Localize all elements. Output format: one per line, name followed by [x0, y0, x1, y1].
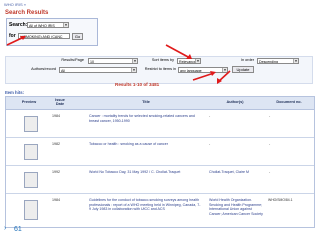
annotation-arrows	[6, 36, 231, 84]
arrow-to-sort-select	[165, 44, 192, 59]
arrow-to-language-select	[192, 71, 216, 81]
arrow-to-search-input	[6, 36, 26, 46]
slide-page-number: 61	[14, 226, 22, 233]
chevron-right-icon: ›	[4, 225, 7, 232]
arrow-to-results-count	[217, 70, 231, 84]
